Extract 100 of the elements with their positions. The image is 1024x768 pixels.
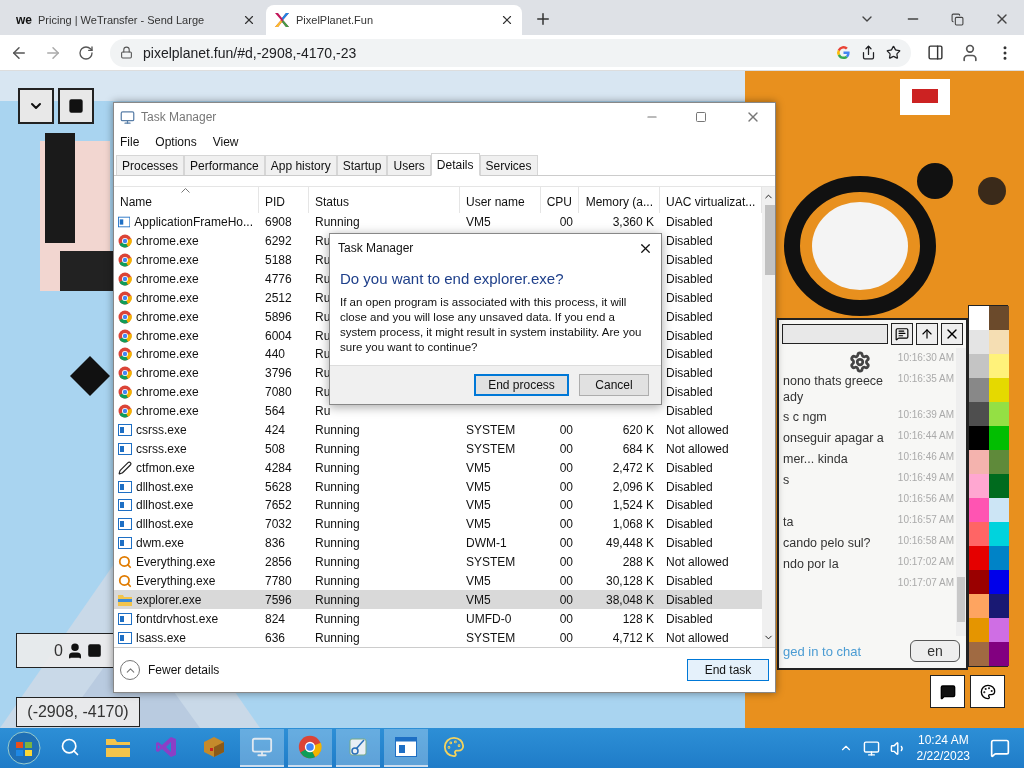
message-time: 10:17:02 AM [896,556,954,568]
table-cell: Disabled [666,573,713,588]
table-cell: 2,096 K [612,479,654,494]
table-cell: 564 [265,404,286,418]
url-text: pixelplanet.fun/#d,-2908,-4170,-23 [143,44,357,61]
process-name: chrome.exe [136,271,199,286]
table-cell: 00 [559,592,573,607]
table-cell: 6908 [265,215,292,230]
table-cell: 836 [265,536,286,551]
table-cell: 38,048 K [605,592,654,607]
table-cell: Disabled [666,309,713,324]
process-name: chrome.exe [136,290,199,305]
process-name: chrome.exe [136,328,199,343]
message-time: 10:16:58 AM [896,535,954,547]
table-cell: Running [315,460,360,475]
process-name: dwm.exe [136,536,185,551]
message-time: 10:16:46 AM [896,451,954,463]
table-cell: Disabled [666,479,713,494]
window-title: Task Manager [141,110,217,124]
process-name: csrss.exe [136,441,187,456]
message-time: 10:16:35 AM [896,373,954,385]
chat-message: s [783,472,791,488]
process-name: dllhost.exe [136,479,194,494]
process-name: ctfmon.exe [136,460,195,475]
message-time: 10:16:39 AM [896,409,954,421]
table-cell: Not allowed [666,555,729,569]
table-cell: Disabled [666,611,713,626]
process-name: chrome.exe [136,309,199,324]
site-logo: we [16,13,32,27]
table-cell: Not allowed [666,630,729,645]
table-cell: Running [315,555,360,569]
table-cell: VM5 [466,498,491,513]
table-cell: Disabled [666,517,713,532]
table-cell: 440 [265,347,286,362]
table-cell: 6004 [265,328,292,343]
table-cell: 00 [559,460,573,475]
tab-title: Pricing | WeTransfer - Send Large [38,14,206,26]
table-cell: 5188 [265,253,292,267]
table-cell: Disabled [666,290,713,305]
online-count: 0 [54,641,63,660]
coordinates-text: (-2908, -4170) [27,703,129,721]
table-cell: 00 [559,517,573,532]
table-cell: 2512 [265,290,292,305]
table-cell: 5628 [265,479,292,494]
process-name: lsass.exe [136,630,187,645]
dialog-title: Task Manager [338,241,414,255]
process-name: chrome.exe [136,347,199,362]
table-cell: SYSTEM [466,555,516,569]
table-cell: Running [315,592,360,607]
table-cell: 00 [559,536,573,551]
table-cell: 30,128 K [605,573,654,588]
process-name: chrome.exe [136,404,199,418]
dialog-heading: Do you want to end explorer.exe? [339,269,565,289]
table-cell: Disabled [666,215,713,230]
table-cell: 00 [559,215,573,230]
table-cell: Disabled [666,347,713,362]
table-cell: Disabled [666,328,713,343]
clock-time: 10:24 AM [917,732,969,748]
table-cell: VM5 [466,573,491,588]
process-name: Everything.exe [136,555,216,569]
table-cell: VM5 [466,460,491,475]
table-cell: 7032 [265,517,292,532]
table-cell: 2856 [265,555,292,569]
dialog-message: If an open program is associated with this process, it will close and you will lose any unsaved data. If you end a system process, it might result in system instability. Are you sure you want to continue? [339,295,643,355]
table-cell: Disabled [666,366,713,381]
table-cell: 6292 [265,234,292,249]
table-cell: 00 [559,555,573,569]
chat-message: onseguir apagar a [783,430,885,446]
table-cell: Disabled [666,460,713,475]
table-cell: Disabled [666,234,713,249]
table-cell: Disabled [666,498,713,513]
table-cell: SYSTEM [466,422,516,437]
message-time: 10:17:07 AM [896,577,954,589]
table-cell: Ru [315,404,331,418]
table-cell: 3796 [265,366,292,381]
table-cell: 7596 [265,592,292,607]
table-cell: 7080 [265,385,292,400]
table-cell: 00 [559,441,573,456]
message-time: 10:16:56 AM [896,493,954,505]
table-cell: 1,524 K [612,498,654,513]
table-cell: Disabled [666,404,713,418]
process-name: dllhost.exe [136,517,194,532]
table-cell: Running [315,573,360,588]
table-cell: Not allowed [666,422,729,437]
table-cell: 00 [559,611,573,626]
table-cell: 00 [559,630,573,645]
table-cell: UMFD-0 [466,611,512,626]
table-cell: Disabled [666,271,713,286]
table-cell: 49,448 K [605,536,654,551]
table-cell: Running [315,215,360,230]
process-name: ApplicationFrameHo... [134,215,253,230]
table-cell: Disabled [666,592,713,607]
tab-title: PixelPlanet.Fun [296,14,375,26]
table-cell: 4776 [265,271,292,286]
table-cell: 00 [559,479,573,494]
table-cell: 824 [265,611,286,626]
table-cell: Running [315,422,360,437]
table-cell: Disabled [666,536,713,551]
table-cell: Running [315,536,360,551]
table-cell: 1,068 K [612,517,654,532]
